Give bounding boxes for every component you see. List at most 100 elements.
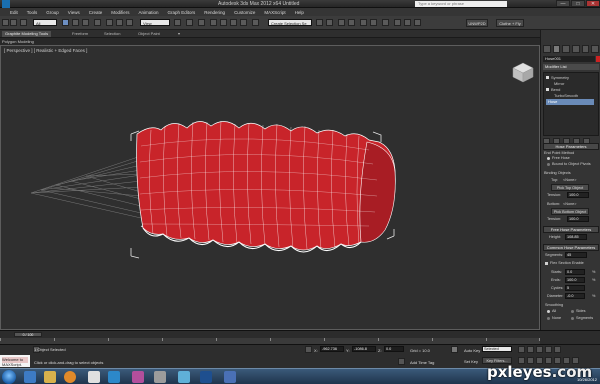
x-coordinate-field[interactable]: -962.736 xyxy=(320,346,344,352)
tab-object-paint[interactable]: Object Paint xyxy=(138,31,160,36)
object-color-swatch[interactable] xyxy=(596,56,600,62)
bound-radio[interactable] xyxy=(547,163,550,166)
app-icon[interactable] xyxy=(88,371,100,383)
menu-edit[interactable]: Edit xyxy=(10,10,18,15)
angle-snap-icon[interactable] xyxy=(220,19,227,26)
edit-named-selection-icon[interactable] xyxy=(252,19,259,26)
render-production-icon[interactable] xyxy=(414,19,421,26)
word-icon[interactable] xyxy=(224,371,236,383)
time-tag-icon[interactable] xyxy=(398,358,405,365)
auto-key-label[interactable]: Auto Key xyxy=(464,348,480,353)
modify-tab-icon[interactable] xyxy=(552,45,561,53)
segments-field[interactable]: 45 xyxy=(565,252,587,258)
tool-icon[interactable] xyxy=(154,371,166,383)
tension-field-2[interactable]: 100.0 xyxy=(567,216,589,222)
menu-customize[interactable]: Customize xyxy=(234,10,255,15)
pivot-center-icon[interactable] xyxy=(174,19,181,26)
tab-graphite-modeling[interactable]: Graphite Modeling Tools xyxy=(2,31,52,37)
pick-top-button[interactable]: Pick Top Object xyxy=(551,184,589,191)
spinner-snap-icon[interactable] xyxy=(240,19,247,26)
hierarchy-tab-icon[interactable] xyxy=(562,45,571,53)
move-icon[interactable] xyxy=(106,19,113,26)
ie-icon[interactable] xyxy=(24,371,36,383)
schematic-view-icon[interactable] xyxy=(370,19,377,26)
player-icon[interactable] xyxy=(132,371,144,383)
photoshop-icon[interactable] xyxy=(200,371,212,383)
diameter-field[interactable]: -0.0 xyxy=(565,293,585,299)
select-by-name-icon[interactable] xyxy=(72,19,79,26)
menu-animation[interactable]: Animation xyxy=(139,10,159,15)
height-field[interactable]: 108.85 xyxy=(565,234,587,240)
absolute-mode-icon[interactable] xyxy=(305,346,312,353)
ribbon-options-icon[interactable]: ▾ xyxy=(178,31,180,36)
align-icon[interactable] xyxy=(326,19,333,26)
search-input[interactable]: Type a keyword or phrase xyxy=(415,1,507,7)
smooth-sides-radio[interactable] xyxy=(571,310,574,313)
flex-section-checkbox[interactable] xyxy=(545,262,548,265)
hose-object[interactable] xyxy=(136,120,396,253)
minimize-button[interactable]: — xyxy=(556,0,570,7)
free-hose-parameters-rollout[interactable]: Free Hose Parameters xyxy=(543,226,599,233)
ends-field[interactable]: 100.0 xyxy=(565,277,585,283)
pick-bottom-button[interactable]: Pick Bottom Object xyxy=(551,208,589,215)
common-hose-parameters-rollout[interactable]: Common Hose Parameters xyxy=(543,244,599,251)
create-tab-icon[interactable] xyxy=(543,45,551,53)
maxscript-output[interactable]: Welcome to MAXScript. xyxy=(2,357,28,367)
set-key-mode-icon[interactable] xyxy=(451,346,458,353)
percent-snap-icon[interactable] xyxy=(230,19,237,26)
modifier-list-dropdown[interactable]: Modifier List xyxy=(543,64,599,70)
graphite-toggle-icon[interactable] xyxy=(348,19,355,26)
menu-tools[interactable]: Tools xyxy=(27,10,38,15)
redo-icon[interactable] xyxy=(10,19,17,26)
select-manipulate-icon[interactable] xyxy=(186,19,193,26)
menu-help[interactable]: Help xyxy=(295,10,304,15)
add-time-tag-text[interactable]: Add Time Tag xyxy=(410,360,434,365)
object-name-field[interactable]: Hose001 xyxy=(543,56,595,62)
time-slider-handle[interactable]: 0 / 100 xyxy=(14,332,42,337)
next-frame-icon[interactable] xyxy=(545,346,552,353)
viewcube-icon[interactable] xyxy=(512,62,534,83)
key-selection-dropdown[interactable]: Selected xyxy=(482,346,512,352)
reference-coord-dropdown[interactable]: View xyxy=(140,19,170,26)
snap-icon[interactable] xyxy=(210,19,217,26)
undo-icon[interactable] xyxy=(2,19,9,26)
play-icon[interactable] xyxy=(536,346,543,353)
named-selection-dropdown[interactable]: Create Selection Se xyxy=(268,19,312,26)
maxscript-listener[interactable]: Welcome to MAXScript. xyxy=(0,355,30,367)
free-hose-radio[interactable] xyxy=(547,157,550,160)
menu-rendering[interactable]: Rendering xyxy=(204,10,225,15)
window-crossing-icon[interactable] xyxy=(94,19,101,26)
smooth-none-radio[interactable] xyxy=(547,317,550,320)
selection-filter-dropdown[interactable]: All xyxy=(33,19,57,26)
keyboard-shortcut-icon[interactable] xyxy=(198,19,205,26)
unwrap-button[interactable]: UNWP2D xyxy=(466,19,488,27)
rendered-frame-icon[interactable] xyxy=(404,19,411,26)
smooth-segments-radio[interactable] xyxy=(571,317,574,320)
rect-region-icon[interactable] xyxy=(82,19,89,26)
material-editor-icon[interactable] xyxy=(382,19,389,26)
menu-views[interactable]: Views xyxy=(68,10,80,15)
select-object-icon[interactable] xyxy=(62,19,69,26)
firefox-icon[interactable] xyxy=(64,371,76,383)
explorer-icon[interactable] xyxy=(44,371,56,383)
close-button[interactable]: ✕ xyxy=(586,0,600,7)
hose-parameters-rollout[interactable]: Hose Parameters xyxy=(543,143,599,150)
rotate-icon[interactable] xyxy=(116,19,123,26)
cycles-field[interactable]: 5 xyxy=(565,285,585,291)
start-button[interactable] xyxy=(2,370,16,384)
bulb-icon[interactable] xyxy=(546,76,549,79)
media-icon[interactable] xyxy=(108,371,120,383)
display-tab-icon[interactable] xyxy=(581,45,590,53)
starts-field[interactable]: 0.0 xyxy=(565,269,585,275)
go-to-start-icon[interactable] xyxy=(518,346,525,353)
app-logo-icon[interactable] xyxy=(2,0,10,8)
set-key-label[interactable]: Set Key xyxy=(464,359,478,364)
bulb-icon[interactable] xyxy=(546,88,549,91)
cloth-fly-button[interactable]: Clothe + Fly xyxy=(496,19,524,27)
3dsmax-icon[interactable] xyxy=(178,371,190,383)
smooth-all-radio[interactable] xyxy=(547,310,550,313)
curve-editor-icon[interactable] xyxy=(360,19,367,26)
y-coordinate-field[interactable]: -1086.8 xyxy=(352,346,376,352)
mirror-icon[interactable] xyxy=(316,19,323,26)
z-coordinate-field[interactable]: 0.0 xyxy=(384,346,404,352)
